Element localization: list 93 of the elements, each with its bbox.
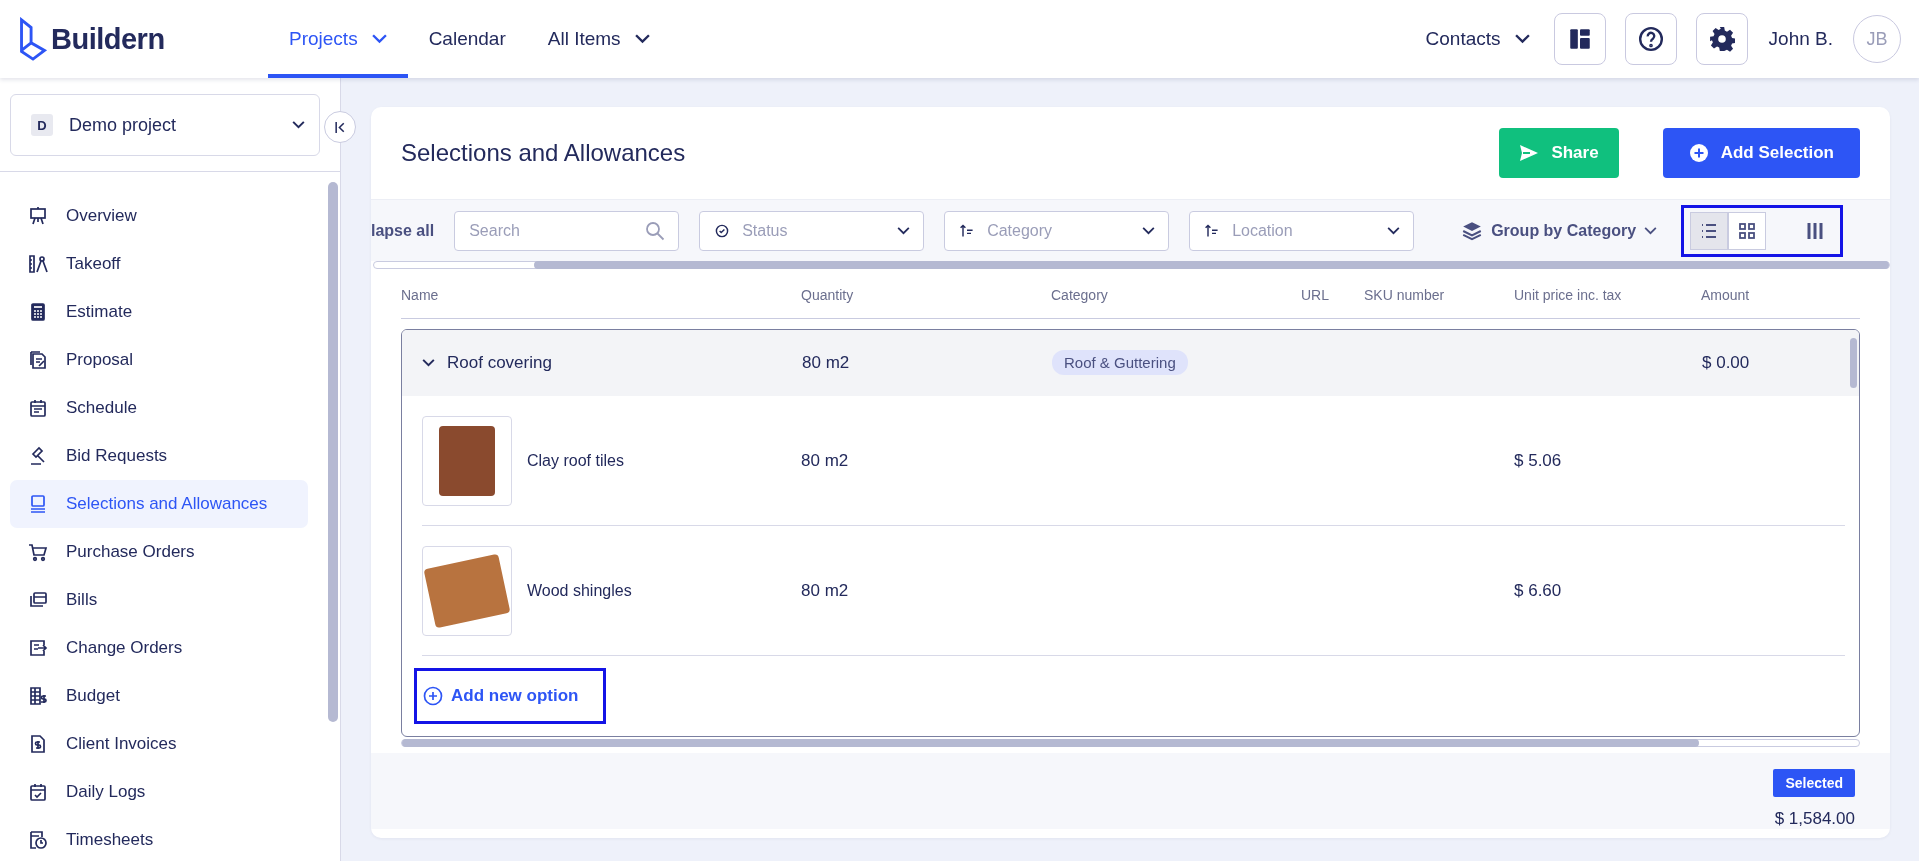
chevron-down-icon [897, 226, 911, 235]
category-tag: Roof & Guttering [1052, 350, 1188, 375]
filter-select[interactable]: Category [944, 210, 1170, 251]
layers-icon [1461, 219, 1484, 242]
ledger-dollar-icon [28, 686, 48, 706]
table-cell-text: 80 m2 [801, 580, 850, 601]
chevron-down-icon [1514, 34, 1530, 44]
project-select[interactable]: D Demo project [10, 94, 320, 156]
sidebar-item[interactable]: Budget [10, 672, 308, 720]
cart-icon [28, 542, 48, 562]
dashboard-button[interactable] [1553, 13, 1606, 65]
list-view-button[interactable] [1690, 211, 1729, 250]
group-by-dropdown[interactable]: Group by Category [1461, 219, 1658, 242]
sidebar-item[interactable]: Client Invoices [10, 720, 308, 768]
project-badge: D [31, 114, 53, 136]
grid-view-button[interactable] [1728, 211, 1767, 250]
scrollbar[interactable] [1850, 338, 1857, 388]
document-icon [28, 350, 48, 370]
help-icon [1637, 26, 1664, 52]
columns-icon [1805, 220, 1826, 241]
table-cell-text: $ 0.00 [1702, 353, 1751, 373]
add-selection-button[interactable]: Add Selection [1662, 128, 1860, 178]
project-name: Demo project [69, 114, 178, 136]
chevron-icon [422, 359, 435, 367]
column-header: Unit price inc. tax [1514, 286, 1623, 303]
calendar-icon [28, 398, 48, 418]
settings-icon [1708, 26, 1735, 52]
user-name: John B. [1768, 28, 1833, 50]
invoice-dollar-icon [28, 734, 48, 754]
sidebar-item[interactable]: Change Orders [10, 624, 308, 672]
monitor-icon [28, 494, 48, 514]
table-cell-text: $ 5.06 [1514, 450, 1563, 471]
clock-sheet-icon [28, 830, 48, 850]
column-header: Name [401, 286, 440, 303]
check-circle-icon [714, 222, 731, 239]
send-icon [1519, 143, 1540, 163]
add-new-option-button[interactable]: Add new option [414, 668, 606, 724]
column-header: SKU number [1364, 286, 1446, 303]
table-cell-text: 80 m2 [802, 353, 851, 373]
sidebar-item[interactable]: Proposal [10, 336, 308, 384]
sidebar-item[interactable]: Daily Logs [10, 768, 308, 816]
plus-circle-icon [423, 686, 443, 706]
sidebar-item[interactable]: Timesheets [10, 816, 308, 861]
group-row[interactable]: Roof covering 80 m2 Roof & Guttering $ 0.00 [402, 330, 1859, 396]
search-field[interactable]: Search [454, 210, 680, 251]
document-arrow-icon [28, 638, 48, 658]
plus-circle-icon [1688, 143, 1709, 163]
column-header: URL [1301, 286, 1330, 303]
calendar-check-icon [28, 782, 48, 802]
column-header: Category [1051, 286, 1109, 303]
contacts-menu[interactable]: Contacts [1425, 28, 1530, 50]
sidebar-item[interactable]: Schedule [10, 384, 308, 432]
collapse-all-link[interactable]: lapse all [371, 221, 435, 240]
cards-icon [28, 590, 48, 610]
filter-select[interactable]: Status [699, 210, 925, 251]
chevron-down-icon [1387, 226, 1401, 235]
table-cell-text: $ 6.60 [1514, 580, 1563, 601]
chevron-down-icon [1142, 226, 1156, 235]
settings-button[interactable] [1695, 13, 1748, 65]
column-header: Amount [1701, 286, 1751, 303]
ruler-compass-icon [28, 254, 48, 274]
easel-icon [28, 206, 48, 226]
nav-tab[interactable]: All Items [526, 0, 671, 78]
sort-icon [1204, 222, 1221, 239]
page-title: Selections and Allowances [401, 139, 687, 167]
chevron-down-icon [292, 121, 305, 129]
filter-select[interactable]: Location [1189, 210, 1415, 251]
sidebar-item[interactable]: Selections and Allowances [10, 480, 308, 528]
sidebar-item[interactable]: Overview [10, 192, 308, 240]
chevron-down-icon [1644, 226, 1658, 235]
sidebar-item[interactable]: Bid Requests [10, 432, 308, 480]
table-cell: Clay roof tiles [527, 451, 624, 470]
sidebar-item[interactable]: Purchase Orders [10, 528, 308, 576]
sidebar-item[interactable]: Bills [10, 576, 308, 624]
logo-icon [18, 17, 48, 61]
sidebar-item[interactable]: Takeoff [10, 240, 308, 288]
logo-text: Buildern [51, 22, 165, 56]
group-name: Roof covering [447, 353, 552, 373]
collapse-icon [333, 120, 347, 134]
table-cell: Wood shingles [527, 581, 632, 600]
grid-icon [1737, 220, 1758, 241]
total-amount: $ 1,584.00 [1774, 809, 1855, 829]
sidebar-item[interactable]: Estimate [10, 288, 308, 336]
column-header: Quantity [801, 286, 855, 303]
table-cell-text: 80 m2 [801, 450, 850, 471]
scrollbar[interactable] [328, 182, 338, 722]
calculator-icon [28, 302, 48, 322]
search-icon [645, 220, 666, 241]
nav-tab[interactable]: Calendar [407, 0, 527, 78]
selected-badge: Selected [1773, 769, 1855, 797]
help-button[interactable] [1624, 13, 1677, 65]
collapse-sidebar-button[interactable] [324, 111, 356, 143]
sort-icon [959, 222, 976, 239]
